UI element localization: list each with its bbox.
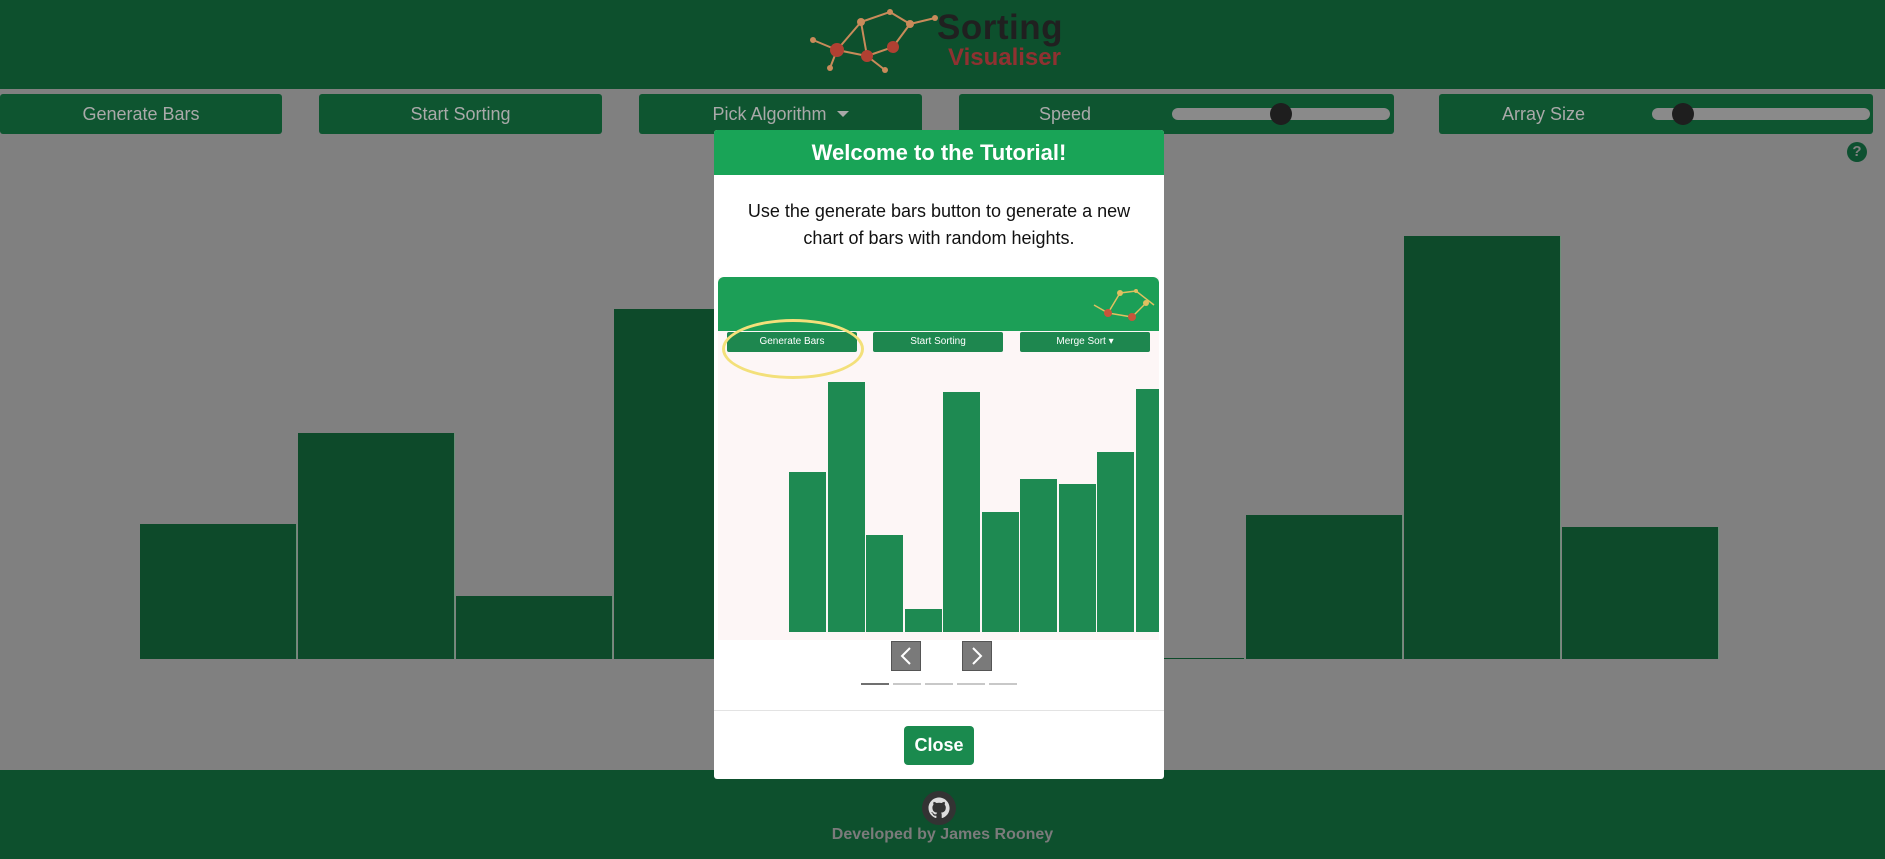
modal-text: Use the generate bars button to generate… [747, 201, 1131, 248]
bar-3 [456, 596, 613, 659]
array-size-slider[interactable] [1652, 103, 1870, 125]
carousel-prev-button[interactable] [891, 641, 921, 671]
carousel-indicator[interactable] [861, 683, 889, 685]
speed-control: Speed [959, 94, 1394, 134]
preview-bar [1097, 452, 1135, 632]
carousel-indicator[interactable] [989, 683, 1017, 685]
speed-slider[interactable] [1172, 103, 1390, 125]
tutorial-modal: Welcome to the Tutorial! Use the generat… [714, 130, 1164, 779]
bar-10 [1562, 527, 1719, 659]
preview-bar [904, 609, 943, 632]
logo-title: Sorting [937, 8, 1063, 47]
pick-algorithm-label: Pick Algorithm [712, 103, 827, 124]
preview-highlight [722, 319, 864, 379]
preview-algorithm-button: Merge Sort ▾ [1020, 332, 1150, 352]
speed-label: Speed [1039, 104, 1092, 124]
chevron-left-icon [900, 647, 911, 665]
github-icon[interactable] [922, 791, 956, 825]
carousel-next-button[interactable] [962, 641, 992, 671]
preview-bar [1020, 479, 1058, 632]
preview-bar [1135, 389, 1159, 632]
preview-logo-icon [1093, 289, 1155, 321]
preview-bar [789, 472, 827, 632]
bar-9 [1404, 236, 1561, 659]
preview-bar [866, 535, 904, 632]
footer-credit: Developed by James Rooney [831, 826, 1054, 843]
array-size-control: Array Size [1439, 94, 1873, 134]
array-size-slider-thumb[interactable] [1671, 103, 1694, 125]
carousel-indicator[interactable] [957, 683, 985, 685]
chevron-right-icon [972, 647, 983, 665]
preview-bar [943, 392, 981, 632]
start-sorting-label: Start Sorting [410, 103, 511, 124]
preview-bar [827, 382, 866, 632]
carousel-indicator[interactable] [925, 683, 953, 685]
preview-start-button: Start Sorting [873, 332, 1003, 352]
speed-slider-thumb[interactable] [1270, 103, 1292, 125]
modal-title: Welcome to the Tutorial! [714, 130, 1164, 175]
bar-1 [140, 524, 297, 659]
generate-bars-button[interactable]: Generate Bars [0, 94, 282, 134]
bar-2 [298, 433, 455, 659]
logo-subtitle: Visualiser [948, 44, 1061, 71]
bar-8 [1246, 515, 1403, 659]
tutorial-preview-image: Generate Bars Start Sorting Merge Sort ▾ [718, 277, 1159, 640]
array-size-label: Array Size [1502, 104, 1586, 124]
help-icon[interactable]: ? [1847, 142, 1867, 162]
pick-algorithm-dropdown[interactable]: Pick Algorithm [639, 94, 922, 134]
generate-bars-label: Generate Bars [82, 103, 200, 124]
start-sorting-button[interactable]: Start Sorting [319, 94, 602, 134]
carousel-indicator[interactable] [893, 683, 921, 685]
caret-down-icon [836, 111, 849, 117]
close-button[interactable]: Close [904, 726, 974, 765]
preview-bar [1058, 484, 1097, 632]
preview-bar [981, 512, 1020, 632]
modal-divider [714, 710, 1164, 711]
